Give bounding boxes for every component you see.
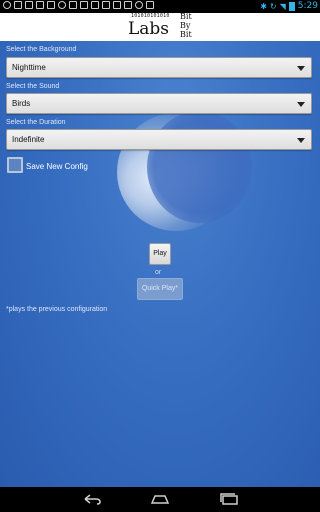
back-icon[interactable] — [82, 493, 102, 505]
save-config-label[interactable]: Save New Config — [26, 162, 88, 171]
download-icon — [124, 1, 132, 9]
battery-icon — [288, 2, 295, 11]
status-time: 5:29 — [297, 1, 318, 11]
sound-value: Birds — [12, 99, 31, 108]
image-icon — [25, 1, 33, 9]
music-icon — [69, 1, 77, 9]
play-store-icon — [47, 1, 55, 9]
gmail-icon — [14, 1, 22, 9]
chevron-down-icon — [297, 66, 305, 71]
home-icon[interactable] — [150, 493, 170, 505]
chevron-down-icon — [297, 102, 305, 107]
shield-icon — [146, 1, 154, 9]
video-icon — [36, 1, 44, 9]
logo-word: Labs — [128, 19, 170, 39]
moon-shadow — [147, 111, 252, 223]
quick-play-button[interactable]: Quick Play* — [137, 278, 183, 300]
status-bar: ✱ ↻ ◥ 5:29 — [0, 0, 320, 13]
download-icon — [91, 1, 99, 9]
save-config-checkbox[interactable] — [7, 157, 23, 173]
navigation-bar — [0, 487, 320, 512]
sound-select[interactable]: Birds — [6, 93, 312, 114]
notification-icons — [3, 1, 154, 9]
download-icon — [102, 1, 110, 9]
android-icon — [135, 1, 143, 9]
app-logo: 101010101010 Labs Bit By Bit — [128, 12, 208, 41]
main-content: Select the Background Nighttime Select t… — [0, 41, 320, 487]
chevron-down-icon — [297, 138, 305, 143]
logo-stack-1: Bit — [180, 12, 192, 21]
logo-stack-3: Bit — [180, 30, 192, 39]
or-separator: or — [155, 269, 162, 276]
download-icon — [113, 1, 121, 9]
bluetooth-icon: ✱ — [260, 2, 267, 11]
duration-select[interactable]: Indefinite — [6, 129, 312, 150]
duration-label: Select the Duration — [6, 119, 66, 126]
background-select[interactable]: Nighttime — [6, 57, 312, 78]
download-icon — [80, 1, 88, 9]
wifi-icon: ◥ — [279, 2, 286, 11]
quick-play-footnote: *plays the previous configuration — [6, 306, 108, 313]
background-value: Nighttime — [12, 63, 46, 72]
logo-stack-2: By — [180, 21, 191, 30]
block-icon — [58, 1, 66, 9]
chat-icon — [3, 1, 11, 9]
duration-value: Indefinite — [12, 135, 45, 144]
app-header: 101010101010 Labs Bit By Bit — [0, 12, 320, 41]
background-label: Select the Background — [6, 46, 77, 53]
rotate-icon: ↻ — [269, 2, 277, 11]
play-button[interactable]: Play — [149, 243, 171, 265]
system-icons: ✱ ↻ ◥ 5:29 — [260, 0, 318, 13]
sound-label: Select the Sound — [6, 83, 60, 90]
recent-apps-icon[interactable] — [219, 493, 239, 505]
